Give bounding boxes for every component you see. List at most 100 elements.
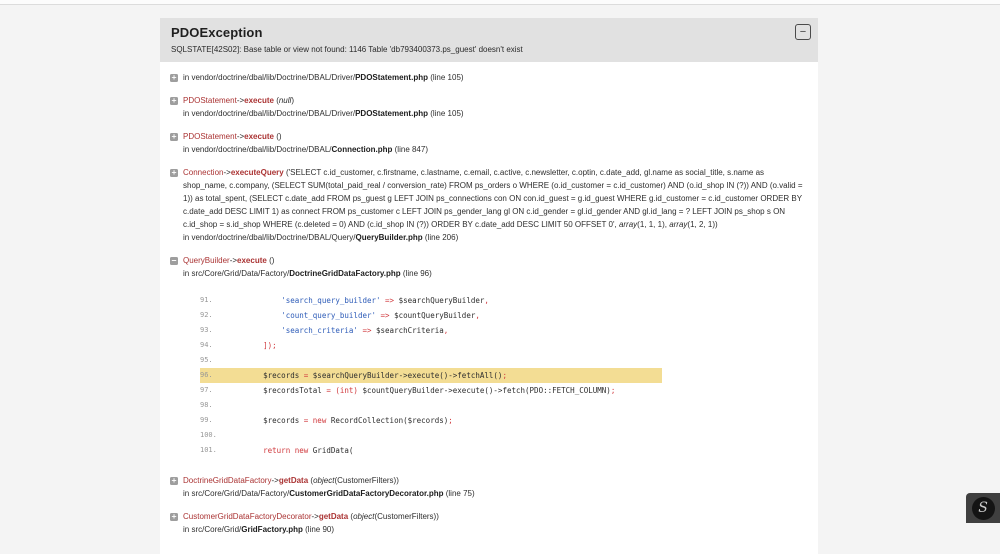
- highlighted-code-line: 96. $records = $searchQueryBuilder->exec…: [200, 368, 662, 383]
- code-token: $records: [227, 416, 304, 425]
- trace-args: (object(CustomerFilters)): [350, 512, 438, 521]
- code-token: ;: [502, 371, 507, 380]
- line-number: 94.: [200, 338, 227, 353]
- line-number: 97.: [200, 383, 227, 398]
- code-token: = (int): [326, 386, 358, 395]
- code-token: $searchCriteria: [376, 326, 444, 335]
- code-line: 98.: [200, 398, 662, 413]
- method-arrow: ->: [223, 168, 230, 177]
- code-text: ]);: [227, 338, 277, 353]
- code-text: return new GridData(: [227, 443, 353, 458]
- trace-args: (): [269, 256, 274, 265]
- code-token: $searchQueryBuilder->execute()->fetchAll…: [313, 371, 503, 380]
- trace-file-name: PDOStatement.php: [355, 73, 428, 82]
- trace-location: in src/Core/Grid/Data/Factory/DoctrineGr…: [183, 267, 808, 280]
- trace-args: ('SELECT c.id_customer, c.firstname, c.l…: [183, 168, 803, 229]
- symfony-logo-icon: S: [972, 497, 995, 520]
- line-number: 98.: [200, 398, 227, 413]
- code-token: [227, 341, 263, 350]
- code-token: =: [304, 371, 313, 380]
- trace-call: CustomerGridDataFactoryDecorator->getDat…: [183, 510, 808, 523]
- line-number: 92.: [200, 308, 227, 323]
- symfony-toolbar-toggler[interactable]: S: [966, 493, 1000, 523]
- code-token: =>: [376, 311, 394, 320]
- code-token: ,: [484, 296, 489, 305]
- trace-location: in src/Core/Grid/GridFactory.php (line 9…: [183, 523, 808, 536]
- method-arrow: ->: [271, 476, 278, 485]
- trace-file-name: GridFactory.php: [241, 525, 303, 534]
- expand-toggle-icon[interactable]: +: [170, 513, 178, 521]
- trace-args: (object(CustomerFilters)): [310, 476, 398, 485]
- trace-method-name: execute: [244, 96, 274, 105]
- trace-entry: −QueryBuilder->execute () in src/Core/Gri…: [170, 254, 808, 458]
- code-text: $recordsTotal = (int) $countQueryBuilder…: [227, 383, 615, 398]
- code-token: [227, 311, 281, 320]
- code-text: $records = $searchQueryBuilder->execute(…: [227, 368, 507, 383]
- trace-location: in vendor/doctrine/dbal/lib/Doctrine/DBA…: [183, 107, 808, 120]
- expand-toggle-icon[interactable]: +: [170, 477, 178, 485]
- trace-class-name: QueryBuilder: [183, 256, 230, 265]
- code-line: 97. $recordsTotal = (int) $countQueryBui…: [200, 383, 662, 398]
- code-token: GridData(: [313, 446, 354, 455]
- trace-entry: + PDOStatement->execute (null)in vendor/d…: [170, 94, 808, 120]
- code-token: $searchQueryBuilder: [399, 296, 485, 305]
- page-top-divider: [0, 0, 1000, 5]
- trace-entry: + in vendor/doctrine/dbal/lib/Doctrine/DB…: [170, 71, 808, 84]
- code-token: ,: [444, 326, 449, 335]
- code-token: ]);: [263, 341, 277, 350]
- line-number: 99.: [200, 413, 227, 428]
- code-token: = new: [304, 416, 331, 425]
- code-token: [227, 296, 281, 305]
- exception-message: SQLSTATE[42S02]: Base table or view not …: [171, 45, 808, 54]
- code-token: ;: [611, 386, 616, 395]
- line-number: 91.: [200, 293, 227, 308]
- trace-call: PDOStatement->execute (null): [183, 94, 808, 107]
- method-arrow: ->: [311, 512, 318, 521]
- trace-file-name: CustomerGridDataFactoryDecorator.php: [289, 489, 443, 498]
- collapse-toggle-icon[interactable]: −: [170, 257, 178, 265]
- expand-toggle-icon[interactable]: +: [170, 74, 178, 82]
- stack-trace-list: + in vendor/doctrine/dbal/lib/Doctrine/DB…: [160, 62, 818, 554]
- method-arrow: ->: [230, 256, 237, 265]
- line-number: 93.: [200, 323, 227, 338]
- code-line: 94. ]);: [200, 338, 662, 353]
- code-token: 'search_criteria': [281, 326, 358, 335]
- trace-location: in vendor/doctrine/dbal/lib/Doctrine/DBA…: [183, 71, 808, 84]
- code-line: 91. 'search_query_builder' => $searchQue…: [200, 293, 662, 308]
- trace-entry: +Connection->executeQuery ('SELECT c.id_…: [170, 166, 808, 244]
- exception-header: − PDOException SQLSTATE[42S02]: Base tab…: [160, 18, 818, 62]
- trace-call: DoctrineGridDataFactory->getData (object…: [183, 474, 808, 487]
- trace-file-name: PDOStatement.php: [355, 109, 428, 118]
- trace-location: in vendor/doctrine/dbal/lib/Doctrine/DBA…: [183, 231, 808, 244]
- trace-method-name: execute: [237, 256, 267, 265]
- trace-file-name: DoctrineGridDataFactory.php: [289, 269, 400, 278]
- code-token: =>: [358, 326, 376, 335]
- trace-entry: + CustomerGridDataFactoryDecorator->getDa…: [170, 510, 808, 536]
- trace-method-name: getData: [319, 512, 348, 521]
- minus-icon: −: [800, 26, 806, 38]
- trace-method-name: executeQuery: [231, 168, 284, 177]
- trace-method-name: execute: [244, 132, 274, 141]
- expand-toggle-icon[interactable]: +: [170, 169, 178, 177]
- code-token: =>: [381, 296, 399, 305]
- code-token: $countQueryBuilder->execute()->fetch(PDO…: [358, 386, 611, 395]
- code-token: [227, 446, 263, 455]
- code-token: 'search_query_builder': [281, 296, 380, 305]
- code-text: 'count_query_builder' => $countQueryBuil…: [227, 308, 480, 323]
- code-token: ;: [448, 416, 453, 425]
- code-token: $recordsTotal: [227, 386, 326, 395]
- expand-toggle-icon[interactable]: +: [170, 97, 178, 105]
- collapse-exception-button[interactable]: −: [795, 24, 811, 40]
- line-number: 96.: [200, 368, 227, 383]
- exception-title: PDOException: [171, 25, 808, 40]
- code-token: RecordCollection($records): [331, 416, 448, 425]
- line-number: 101.: [200, 443, 227, 458]
- expand-toggle-icon[interactable]: +: [170, 133, 178, 141]
- code-line: 93. 'search_criteria' => $searchCriteria…: [200, 323, 662, 338]
- line-number: 100.: [200, 428, 227, 443]
- code-line: 101. return new GridData(: [200, 443, 662, 458]
- trace-location: in vendor/doctrine/dbal/lib/Doctrine/DBA…: [183, 143, 808, 156]
- trace-location: in src/Core/Grid/Data/Factory/CustomerGr…: [183, 487, 808, 500]
- code-line: 100.: [200, 428, 662, 443]
- trace-file-name: Connection.php: [332, 145, 393, 154]
